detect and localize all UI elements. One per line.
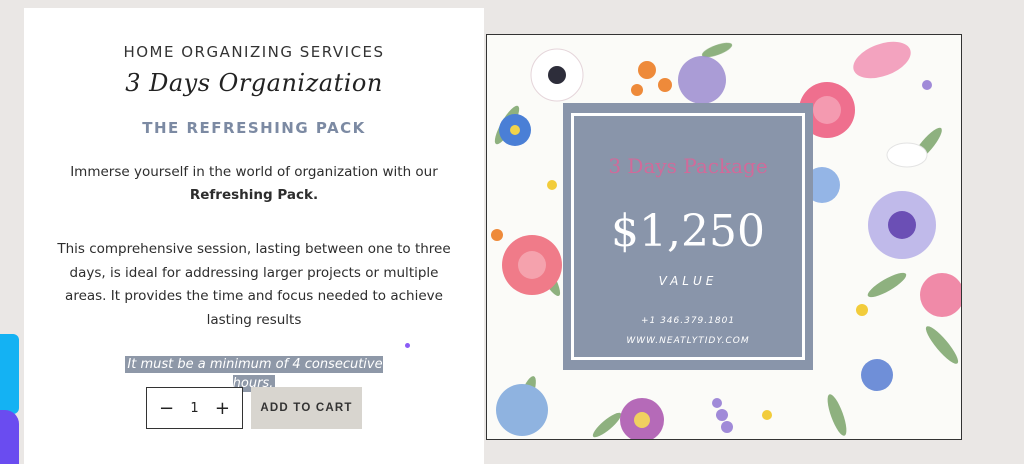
- quantity-stepper[interactable]: − 1 +: [146, 387, 243, 429]
- eyebrow-label: HOME ORGANIZING SERVICES: [123, 43, 385, 61]
- product-title: 3 Days Organization: [125, 69, 383, 97]
- description-intro-text: Immerse yourself in the world of organiz…: [70, 164, 438, 180]
- description-body: This comprehensive session, lasting betw…: [57, 241, 451, 328]
- quantity-value[interactable]: 1: [190, 401, 198, 416]
- value-label: VALUE: [658, 274, 718, 288]
- chat-widget-launcher[interactable]: [0, 410, 19, 464]
- text-cursor-dot: [405, 343, 410, 348]
- price-card-frame: 3 Days Package $1,250 VALUE +1 346.379.1…: [571, 113, 805, 360]
- price-card: 3 Days Package $1,250 VALUE +1 346.379.1…: [563, 103, 813, 370]
- description-bold: Refreshing Pack.: [189, 187, 319, 203]
- add-to-cart-button[interactable]: ADD TO CART: [251, 387, 362, 429]
- chat-widget-tab[interactable]: [0, 334, 19, 414]
- package-title: 3 Days Package: [608, 154, 768, 178]
- decrement-button[interactable]: −: [159, 398, 174, 419]
- product-subtitle: THE REFRESHING PACK: [142, 119, 366, 137]
- increment-button[interactable]: +: [215, 398, 230, 419]
- product-panel: HOME ORGANIZING SERVICES 3 Days Organiza…: [24, 8, 484, 464]
- website-url: WWW.NEATLYTIDY.COM: [626, 336, 750, 346]
- package-price: $1,250: [611, 206, 765, 257]
- phone-number: +1 346.379.1801: [640, 316, 736, 326]
- minimum-hours-note: It must be a minimum of 4 consecutive ho…: [104, 353, 404, 392]
- description-intro: Immerse yourself in the world of organiz…: [54, 161, 454, 207]
